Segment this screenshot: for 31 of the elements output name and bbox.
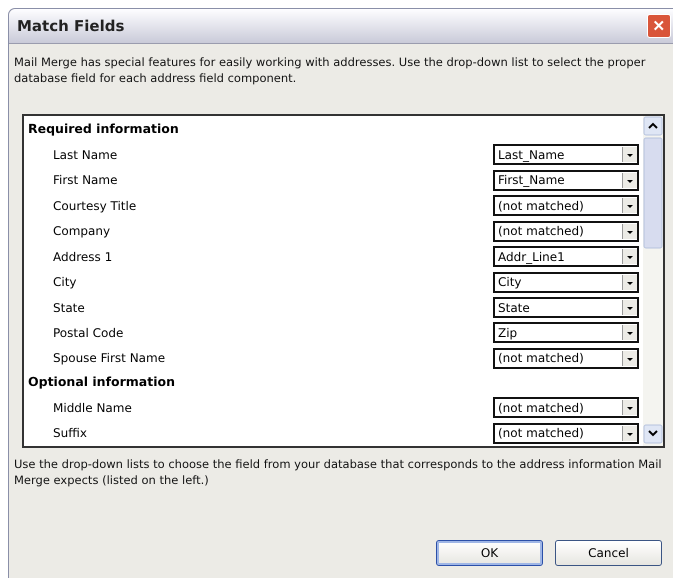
field-label: State	[52, 300, 85, 315]
field-label: City	[52, 275, 77, 290]
intro-text: Mail Merge has special features for easily working with addresses. Use the drop-down list to select the proper database field for each address field component.	[14, 54, 646, 86]
field-label: Middle Name	[52, 400, 132, 415]
field-dropdown[interactable]: Addr_Line1	[493, 246, 639, 268]
field-label: Company	[52, 224, 110, 238]
scrollbar-drawing[interactable]	[643, 116, 663, 446]
window-title: Match Fields	[17, 17, 124, 35]
field-dropdown[interactable]: (not matched)	[493, 397, 639, 418]
field-dropdown[interactable]: Zip	[493, 322, 639, 344]
section-header: Optional information	[28, 373, 176, 392]
instruction-text: Use the drop-down lists to choose the field from your database that corresponds to the address information Mail Merge expects (listed on the left.)	[14, 456, 663, 488]
field-dropdown[interactable]: (not matched)	[493, 422, 639, 444]
section-header: Required information	[28, 120, 180, 138]
field-label: Postal Code	[52, 326, 124, 340]
field-label: Address 1	[52, 250, 112, 264]
cancel-button[interactable]: Cancel	[555, 540, 662, 566]
field-label: Suffix	[52, 426, 87, 440]
field-dropdown[interactable]: City	[493, 272, 639, 293]
field-dropdown[interactable]: (not matched)	[493, 195, 639, 216]
field-label: First Name	[52, 173, 118, 188]
field-dropdown[interactable]: (not matched)	[493, 348, 639, 369]
field-label: Courtesy Title	[52, 198, 136, 213]
field-dropdown[interactable]: (not matched)	[493, 220, 639, 242]
close-button[interactable]: ✕	[647, 14, 671, 38]
ok-button[interactable]: OK	[436, 540, 543, 566]
field-label: Last Name	[52, 148, 118, 162]
field-dropdown[interactable]: State	[493, 297, 639, 318]
field-label: Spouse First Name	[52, 351, 166, 366]
field-dropdown[interactable]: First_Name	[493, 170, 639, 191]
field-dropdown[interactable]: Last_Name	[493, 144, 639, 166]
